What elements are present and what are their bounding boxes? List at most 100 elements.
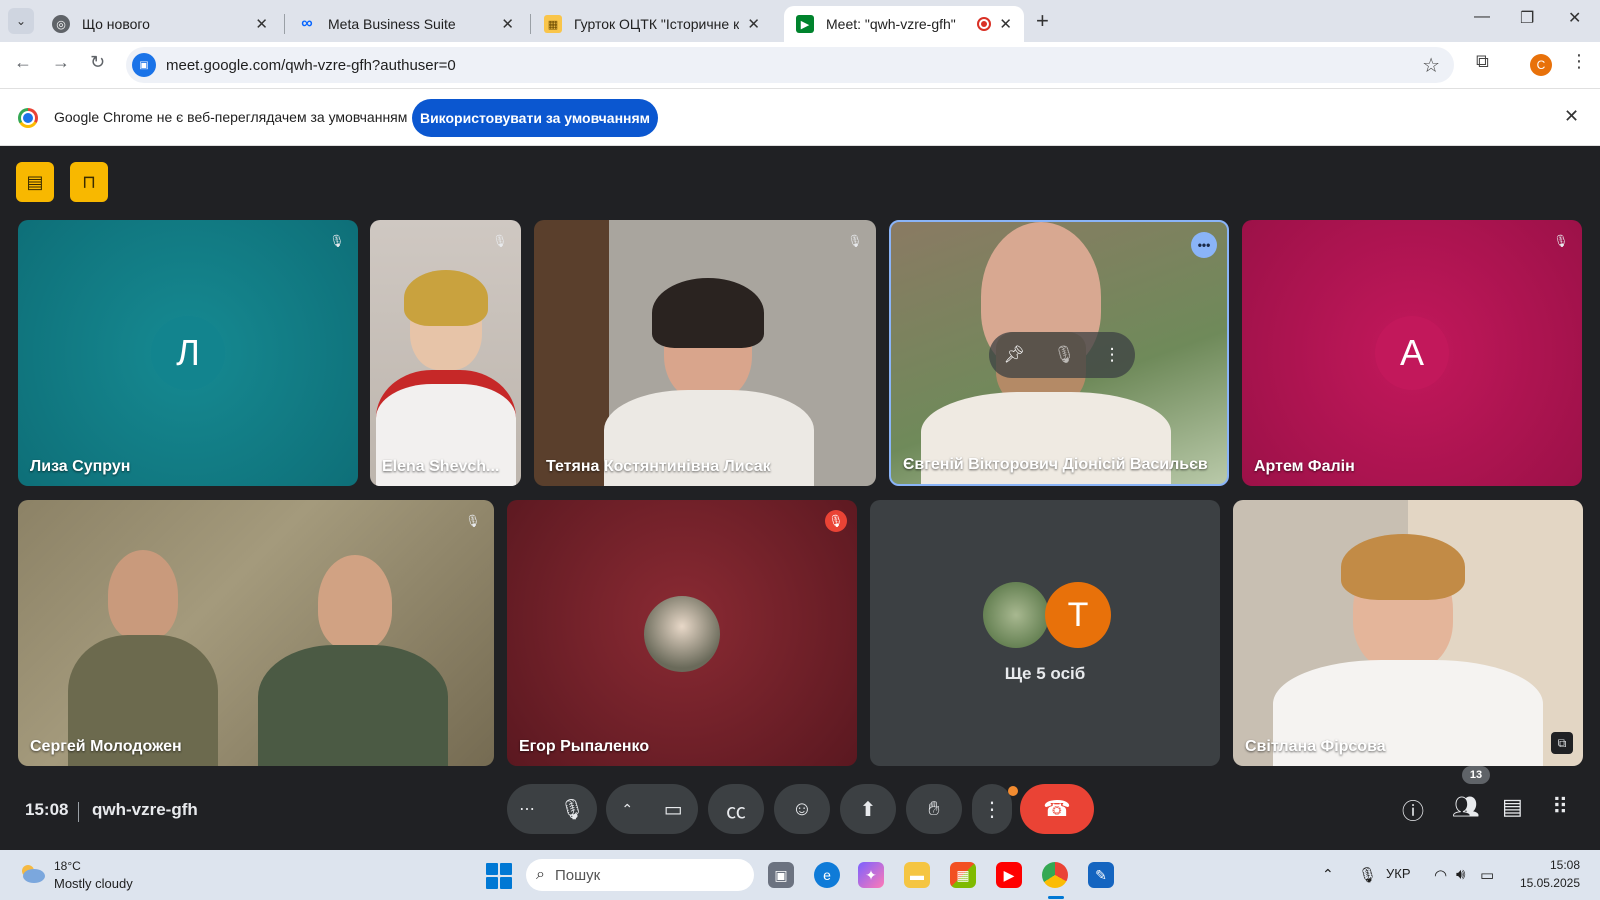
notification-dot [1008, 786, 1018, 796]
pen-app-icon[interactable]: ✎ [1088, 862, 1114, 888]
speaking-indicator-icon: ••• [1191, 232, 1217, 258]
participant-tile[interactable]: 🎙︎ Егор Рыпаленко [507, 500, 857, 766]
tray-date[interactable]: 15.05.2025 [1505, 876, 1580, 890]
chrome-icon[interactable] [1042, 862, 1068, 888]
volume-icon[interactable]: 🔊︎ [1456, 866, 1465, 883]
participant-name: Лиза Супрун [30, 458, 131, 475]
participant-name: Elena Shevch... [382, 458, 500, 475]
battery-icon[interactable]: ▭ [1480, 866, 1494, 884]
pin-icon[interactable]: 📌︎ [1003, 345, 1025, 365]
people-icon[interactable]: 👥︎ [1452, 794, 1480, 820]
avatar-initial: А [1399, 332, 1424, 373]
mic-tray-icon[interactable]: 🎙︎ [1358, 866, 1377, 884]
store-icon[interactable]: ▦ [950, 862, 976, 888]
tab-meet[interactable]: ▶ Meet: "qwh-vzre-gfh" ✕ [784, 6, 1024, 42]
tab-search-button[interactable]: ⌄ [8, 8, 34, 34]
chevron-up-icon[interactable]: ⌃ [1322, 866, 1334, 883]
mic-off-icon: 🎙︎ [492, 234, 508, 248]
mic-icon[interactable]: 🎙︎ [559, 797, 584, 822]
others-tile[interactable]: Т Ще 5 осіб [870, 500, 1220, 766]
copilot-icon[interactable]: ✦ [858, 862, 884, 888]
camera-icon[interactable]: ▭ [664, 797, 683, 822]
task-view-icon[interactable]: ▣ [768, 862, 794, 888]
tab-meta-business[interactable]: ∞ Meta Business Suite ✕ [286, 6, 526, 42]
participant-tile[interactable]: 🎙︎ Elena Shevch... [370, 220, 521, 486]
participant-tile[interactable]: ⧉ Світлана Фірсова [1233, 500, 1583, 766]
participant-tile-speaking[interactable]: 📌︎ 🎙︎ ⋮ ••• Євгеній Вікторович Діонісій … [889, 220, 1229, 486]
mic-off-icon: 🎙︎ [465, 514, 481, 528]
close-tab-icon[interactable]: ✕ [747, 15, 760, 33]
participant-name: Тетяна Костянтинівна Лисак [546, 458, 771, 475]
participant-tile[interactable]: 🎙︎ Тетяна Костянтинівна Лисак [534, 220, 876, 486]
present-button[interactable]: ⬆ [840, 784, 896, 834]
video-control-group: ⌃ ▭ [606, 784, 698, 834]
youtube-icon[interactable]: ▶ [996, 862, 1022, 888]
forward-arrow-icon[interactable]: → [52, 52, 70, 73]
tab-title: Meet: "qwh-vzre-gfh" [826, 16, 956, 32]
close-window-icon[interactable]: ✕ [1568, 8, 1581, 28]
address-bar[interactable]: ▣ meet.google.com/qwh-vzre-gfh?authuser=… [126, 47, 1454, 83]
reactions-button[interactable]: ☺ [774, 784, 830, 834]
tab-gurtok[interactable]: ▦ Гурток ОЦТК "Історичне краєз ✕ [532, 6, 772, 42]
edge-icon[interactable]: e [814, 862, 840, 888]
close-tab-icon[interactable]: ✕ [501, 15, 514, 33]
bookmark-star-icon[interactable]: ☆ [1422, 53, 1440, 78]
no-video-effects-icon[interactable]: ▤ [16, 162, 54, 202]
reload-icon[interactable]: ↻ [90, 52, 105, 73]
participant-name: Егор Рыпаленко [519, 738, 650, 755]
activities-grid-icon[interactable]: ⠿ [1552, 794, 1568, 820]
avatar: А [1375, 316, 1449, 390]
more-options-button[interactable]: ⋮ [972, 784, 1012, 834]
close-tab-icon[interactable]: ✕ [999, 15, 1012, 33]
windows-start-icon[interactable] [486, 863, 512, 889]
weather-temperature[interactable]: 18°C [54, 859, 81, 873]
close-infobar-icon[interactable]: ✕ [1564, 106, 1579, 127]
cloud-icon[interactable] [18, 862, 46, 884]
raise-hand-button[interactable]: ✋︎ [906, 784, 962, 834]
audio-control-group: ⋯ 🎙︎ [507, 784, 597, 834]
participant-video [108, 550, 178, 640]
audio-settings-icon[interactable]: ⋯ [519, 799, 535, 819]
picture-in-picture-icon[interactable]: ⧉ [1551, 732, 1573, 754]
set-default-button[interactable]: Використовувати за умовчанням [412, 99, 658, 137]
participant-tile[interactable]: Л 🎙︎ Лиза Супрун [18, 220, 358, 486]
back-arrow-icon[interactable]: ← [14, 52, 32, 73]
site-info-icon[interactable]: ▣ [132, 53, 156, 77]
weather-description[interactable]: Mostly cloudy [54, 876, 133, 891]
more-options-icon[interactable]: ⋮ [1104, 345, 1121, 365]
tray-clock[interactable]: 15:08 [1520, 858, 1580, 872]
captions-button[interactable]: ㏄ [708, 784, 764, 834]
wifi-icon[interactable]: ◠ [1434, 866, 1447, 884]
url-text[interactable]: meet.google.com/qwh-vzre-gfh?authuser=0 [166, 57, 456, 74]
avatar [983, 582, 1049, 648]
close-tab-icon[interactable]: ✕ [255, 15, 268, 33]
meeting-info-icon[interactable]: ⓘ [1402, 794, 1424, 826]
tab-strip: ⌄ ◎ Що нового ✕ ∞ Meta Business Suite ✕ … [0, 0, 1600, 42]
layout-tool-icon[interactable]: ⊓ [70, 162, 108, 202]
chat-icon[interactable]: ▤ [1502, 794, 1523, 820]
taskbar-search[interactable]: ⌕ Пошук [526, 859, 754, 891]
restore-icon[interactable]: ❐ [1520, 8, 1534, 28]
new-tab-button[interactable]: + [1036, 8, 1049, 34]
divider [78, 802, 79, 822]
chevron-up-icon[interactable]: ⌃ [621, 801, 633, 818]
extensions-icon[interactable]: ⧉ [1476, 51, 1489, 72]
leave-call-button[interactable]: ☎︎ [1020, 784, 1094, 834]
participant-tile[interactable]: А 🎙︎ Артем Фалін [1242, 220, 1582, 486]
participant-name: Сергей Молодожен [30, 738, 182, 755]
file-explorer-icon[interactable]: ▬ [904, 862, 930, 888]
avatar-initial: Т [1067, 595, 1089, 634]
language-indicator[interactable]: УКР [1386, 866, 1411, 881]
participant-video [652, 278, 764, 348]
captions-icon: ㏄ [726, 800, 746, 823]
meeting-code[interactable]: qwh-vzre-gfh [92, 800, 198, 820]
minimize-icon[interactable]: — [1474, 8, 1490, 26]
tab-whats-new[interactable]: ◎ Що нового ✕ [40, 6, 280, 42]
tab-title: Гурток ОЦТК "Історичне краєз [574, 16, 740, 32]
tile-hover-controls: 📌︎ 🎙︎ ⋮ [989, 332, 1135, 378]
participant-tile[interactable]: 🎙︎ Сергей Молодожен [18, 500, 494, 766]
participant-name: Світлана Фірсова [1245, 738, 1386, 755]
profile-avatar[interactable]: C [1530, 54, 1552, 76]
menu-dots-icon[interactable]: ⋮ [1570, 51, 1588, 72]
mic-icon[interactable]: 🎙︎ [1053, 345, 1075, 365]
